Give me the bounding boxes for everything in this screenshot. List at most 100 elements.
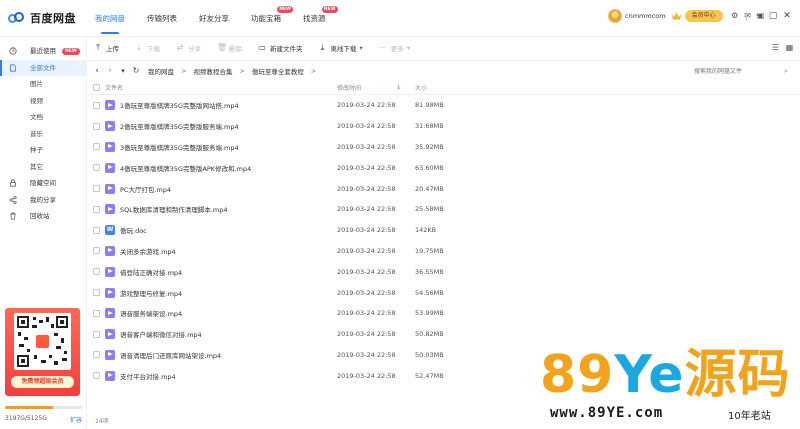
table-row[interactable]: 傲玩.doc 2019-03-24 22:58 142KB [88, 220, 800, 241]
sidebar-item-my-share[interactable]: 我的分享 [0, 192, 86, 209]
history-dropdown-icon[interactable]: ▾ [118, 67, 128, 75]
sidebar-item-recycle-bin[interactable]: 回收站 [0, 208, 86, 225]
column-header-name[interactable]: 文件名 [105, 83, 337, 92]
tab-friend-share[interactable]: 好友分享 [199, 0, 229, 37]
row-checkbox[interactable] [93, 309, 100, 317]
file-name[interactable]: 支付平台对接.mp4 [120, 371, 176, 381]
maximize-icon[interactable]: ▢ [766, 11, 780, 21]
search-icon[interactable]: ⌕ [784, 67, 788, 76]
expand-storage-link[interactable]: 扩容 [70, 415, 82, 424]
username[interactable]: cnmmmcom [625, 12, 666, 20]
table-row[interactable]: PC大厅打包.mp4 2019-03-24 22:58 20.47MB [88, 178, 800, 199]
tab-find-resources[interactable]: 找资源 NEW [303, 0, 338, 37]
offline-download-button[interactable]: ⤓ 离线下载 ▾ [319, 43, 363, 54]
file-name[interactable]: 3傲玩至尊版棋牌35G完整版服务端.mp4 [120, 142, 239, 152]
table-row[interactable]: 3傲玩至尊版棋牌35G完整版服务端.mp4 2019-03-24 22:58 35.… [88, 137, 800, 158]
file-name-cell[interactable]: 傲玩.doc [105, 225, 337, 236]
sidebar-item-documents[interactable]: 文档 [0, 109, 86, 126]
file-name-cell[interactable]: 4傲玩至尊版棋牌35G完整版APK修改和.mp4 [105, 162, 337, 173]
table-row[interactable]: 游戏整理与修复.mp4 2019-03-24 22:58 54.56MB [88, 282, 800, 303]
breadcrumb-item[interactable]: 视频教程合集 [193, 66, 232, 76]
tab-transfer-list[interactable]: 传输列表 [147, 0, 177, 37]
file-name[interactable]: 4傲玩至尊版棋牌35G完整版APK修改和.mp4 [120, 163, 251, 173]
upload-button[interactable]: ⤒ 上传 [94, 43, 119, 54]
new-folder-button[interactable]: ▭ 新建文件夹 [258, 43, 302, 54]
file-name-cell[interactable]: PC大厅打包.mp4 [105, 183, 337, 194]
file-name-cell[interactable]: 2傲玩至尊版棋牌35G完整版服务端.mp4 [105, 121, 337, 132]
refresh-icon[interactable]: ↻ [131, 66, 141, 75]
row-checkbox[interactable] [93, 205, 100, 213]
file-name-cell[interactable]: 1傲玩至尊版棋牌35G完整版网站搭.mp4 [105, 100, 337, 111]
row-checkbox[interactable] [93, 164, 100, 172]
file-name-cell[interactable]: 支付平台对接.mp4 [105, 370, 337, 381]
vip-center-button[interactable]: 会员中心 [684, 10, 723, 22]
minimize-icon[interactable]: − [752, 11, 766, 21]
logo[interactable]: 百度网盘 [8, 10, 76, 26]
column-header-time[interactable]: 修改时间 ↓ [337, 83, 415, 92]
file-name-cell[interactable]: 3傲玩至尊版棋牌35G完整版服务端.mp4 [105, 141, 337, 152]
file-name[interactable]: SQL数据库清理和制作清理脚本.mp4 [120, 204, 228, 214]
search-input[interactable] [694, 67, 784, 75]
file-name[interactable]: 关闭多余游戏.mp4 [120, 246, 176, 256]
file-name[interactable]: 借登陆正确对接.mp4 [120, 267, 182, 277]
row-checkbox[interactable] [93, 101, 100, 109]
file-name-cell[interactable]: 语音服务端架设.mp4 [105, 308, 337, 319]
settings-gear-icon[interactable]: ⚙ [731, 12, 739, 20]
row-checkbox[interactable] [93, 226, 100, 234]
sidebar-item-videos[interactable]: 视频 [0, 93, 86, 110]
file-name-cell[interactable]: 语音清理后门还原库网站架设.mp4 [105, 349, 337, 360]
more-button[interactable]: ⋯ 更多 ▾ [379, 43, 410, 54]
breadcrumb-item[interactable]: 傲玩至尊全套教程 [252, 66, 304, 76]
file-name[interactable]: 游戏整理与修复.mp4 [120, 288, 182, 298]
promo-banner[interactable]: 免费领超级会员 [5, 308, 80, 396]
row-checkbox[interactable] [93, 351, 100, 359]
tab-my-disk[interactable]: 我的网盘 [95, 0, 125, 37]
sidebar-item-images[interactable]: 图片 [0, 76, 86, 93]
file-name[interactable]: 傲玩.doc [120, 225, 147, 235]
download-button[interactable]: ⤓ 下载 [135, 43, 160, 54]
file-name[interactable]: 语音客户端和微信对接.mp4 [120, 329, 202, 339]
forward-arrow-icon[interactable]: › [105, 66, 115, 76]
file-name-cell[interactable]: 借登陆正确对接.mp4 [105, 266, 337, 277]
row-checkbox[interactable] [93, 185, 100, 193]
file-name-cell[interactable]: 关闭多余游戏.mp4 [105, 245, 337, 256]
row-checkbox[interactable] [93, 372, 100, 380]
column-header-size[interactable]: 大小 [415, 83, 495, 92]
file-name[interactable]: 语音清理后门还原库网站架设.mp4 [120, 350, 221, 360]
row-checkbox[interactable] [93, 289, 100, 297]
table-row[interactable]: 4傲玩至尊版棋牌35G完整版APK修改和.mp4 2019-03-24 22:58… [88, 157, 800, 178]
row-checkbox[interactable] [93, 247, 100, 255]
select-all-checkbox[interactable] [93, 84, 100, 91]
table-row[interactable]: 语音服务端架设.mp4 2019-03-24 22:58 53.99MB [88, 303, 800, 324]
back-arrow-icon[interactable]: ‹ [92, 66, 102, 76]
sort-list-icon[interactable]: ☰ [771, 43, 780, 52]
file-name[interactable]: 1傲玩至尊版棋牌35G完整版网站搭.mp4 [120, 100, 239, 110]
sidebar-item-other[interactable]: 其它 [0, 159, 86, 176]
file-name[interactable]: PC大厅打包.mp4 [120, 184, 171, 194]
table-row[interactable]: 语音客户端和微信对接.mp4 2019-03-24 22:58 50.82MB [88, 324, 800, 345]
row-checkbox[interactable] [93, 330, 100, 338]
table-row[interactable]: SQL数据库清理和制作清理脚本.mp4 2019-03-24 22:58 25.58… [88, 199, 800, 220]
file-name-cell[interactable]: SQL数据库清理和制作清理脚本.mp4 [105, 204, 337, 215]
row-checkbox[interactable] [93, 143, 100, 151]
sidebar-item-all-files[interactable]: 全部文件 [0, 59, 86, 76]
file-name[interactable]: 语音服务端架设.mp4 [120, 308, 182, 318]
table-row[interactable]: 借登陆正确对接.mp4 2019-03-24 22:58 36.55MB [88, 261, 800, 282]
table-row[interactable]: 1傲玩至尊版棋牌35G完整版网站搭.mp4 2019-03-24 22:58 81.… [88, 95, 800, 116]
row-checkbox[interactable] [93, 268, 100, 276]
row-checkbox[interactable] [93, 122, 100, 130]
grid-view-icon[interactable]: ▦ [785, 43, 794, 52]
file-name-cell[interactable]: 游戏整理与修复.mp4 [105, 287, 337, 298]
sidebar-item-music[interactable]: 音乐 [0, 126, 86, 143]
tab-toolbox[interactable]: 功能宝箱 NEW [251, 0, 293, 37]
sidebar-item-recent[interactable]: 最近使用 NEW [0, 43, 86, 60]
breadcrumb-item[interactable]: 我的网盘 [148, 66, 174, 76]
sidebar-item-hidden-space[interactable]: 隐藏空间 [0, 175, 86, 192]
table-row[interactable]: 关闭多余游戏.mp4 2019-03-24 22:58 19.75MB [88, 241, 800, 262]
sidebar-item-torrents[interactable]: 种子 [0, 142, 86, 159]
file-name-cell[interactable]: 语音客户端和微信对接.mp4 [105, 329, 337, 340]
avatar[interactable] [608, 9, 622, 23]
close-icon[interactable]: ✕ [780, 11, 794, 21]
delete-button[interactable]: 🗑 删除 [217, 43, 242, 54]
table-row[interactable]: 2傲玩至尊版棋牌35G完整版服务端.mp4 2019-03-24 22:58 31.… [88, 116, 800, 137]
